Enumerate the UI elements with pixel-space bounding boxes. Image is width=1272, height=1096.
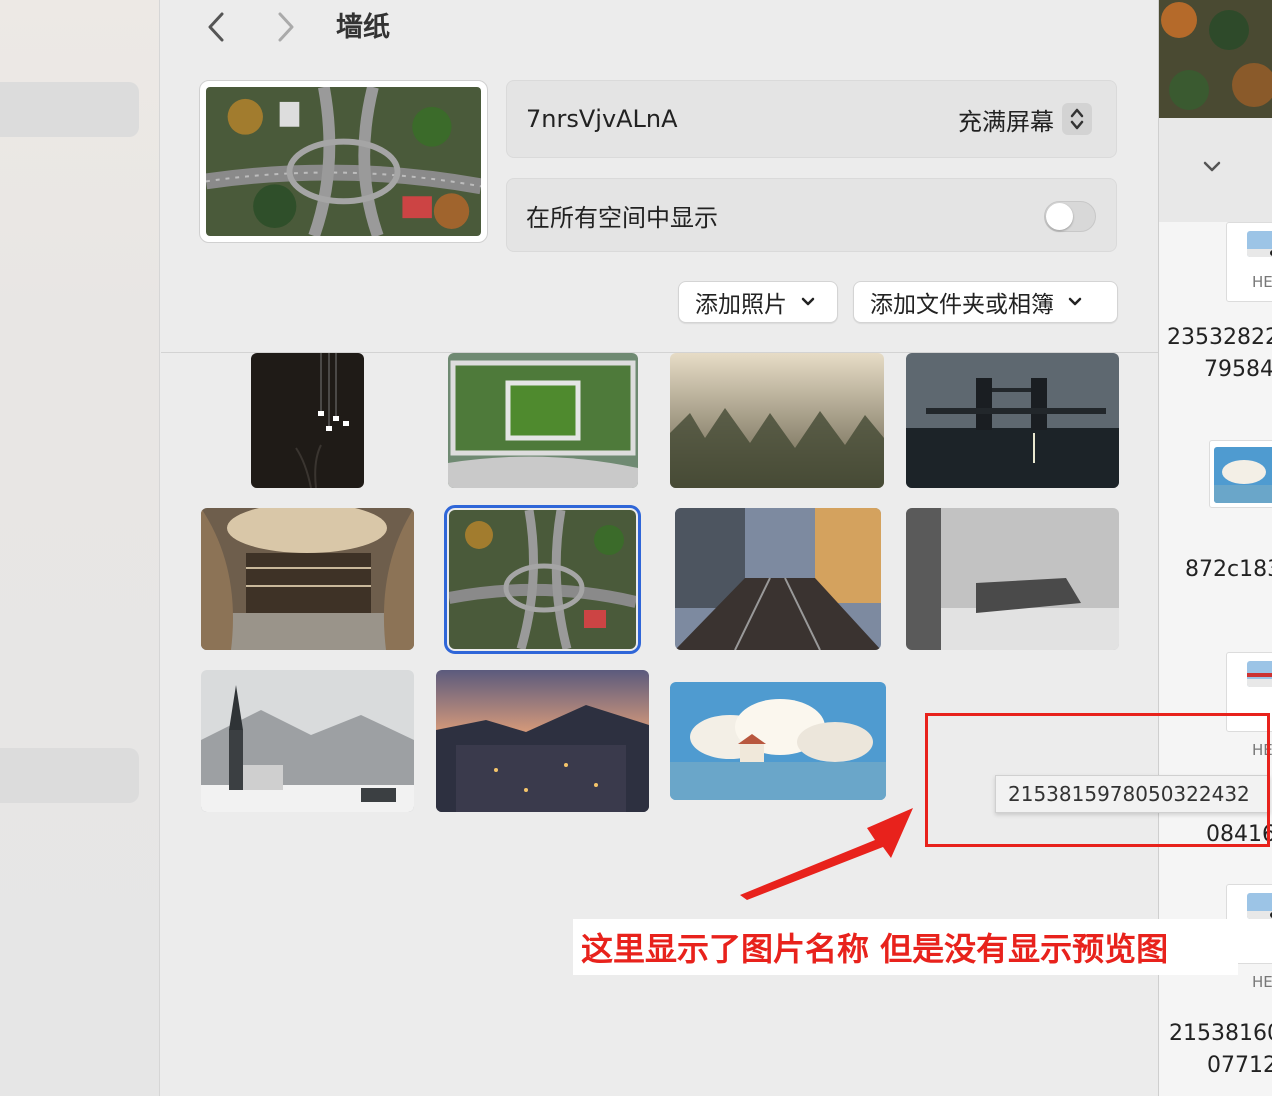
- file-ext: HE: [1252, 973, 1272, 991]
- file-label: 79584: [1204, 357, 1272, 382]
- add-folder-label: 添加文件夹或相簿: [870, 292, 1054, 318]
- file-ext: HE: [1252, 273, 1272, 291]
- show-all-spaces-toggle[interactable]: [1044, 201, 1096, 232]
- add-folder-button[interactable]: 添加文件夹或相簿: [853, 281, 1118, 323]
- file-label: 23532822: [1167, 325, 1272, 350]
- sidebar: [0, 0, 160, 1096]
- forward-button[interactable]: [271, 10, 301, 44]
- toggle-knob: [1046, 203, 1073, 230]
- file-label: 21538160: [1169, 1021, 1272, 1046]
- wallpaper-thumb-alpine-church[interactable]: [201, 670, 414, 812]
- show-all-spaces-card: 在所有空间中显示: [506, 178, 1117, 252]
- annotation-box: [925, 713, 1270, 847]
- wallpaper-thumb-pendant-lights[interactable]: [251, 353, 364, 488]
- file-label: 872c183: [1185, 557, 1272, 582]
- file-icon[interactable]: HE: [1226, 222, 1272, 302]
- chevron-down-icon: [1068, 297, 1082, 306]
- file-icon[interactable]: [1209, 440, 1272, 508]
- wallpaper-thumb-green-rooftop[interactable]: [448, 353, 638, 488]
- back-button[interactable]: [201, 10, 231, 44]
- wallpaper-thumb-foggy-forest[interactable]: [670, 353, 884, 488]
- chevron-left-icon: [208, 12, 224, 42]
- chevron-down-icon: [1203, 161, 1221, 172]
- wallpaper-thumb-railway-tracks[interactable]: [675, 508, 881, 650]
- annotation-text: 这里显示了图片名称 但是没有显示预览图: [573, 919, 1238, 975]
- fit-mode-label[interactable]: 充满屏幕: [958, 81, 1054, 157]
- wallpaper-thumb-highway-interchange[interactable]: [444, 505, 641, 654]
- add-photo-button[interactable]: 添加照片: [678, 281, 838, 323]
- add-photo-label: 添加照片: [695, 292, 787, 318]
- sidebar-item[interactable]: [0, 748, 139, 803]
- chevron-right-icon: [278, 12, 294, 42]
- wallpaper-name: 7nrsVjvALnA: [526, 105, 678, 133]
- photo-icon: [1214, 447, 1272, 503]
- annotation-arrow-icon: [740, 808, 913, 900]
- photo-icon: [1247, 661, 1272, 687]
- wallpaper-thumb-atrium[interactable]: [201, 508, 414, 650]
- current-wallpaper-preview: [199, 80, 488, 243]
- wallpaper-thumb-tower-bridge[interactable]: [906, 353, 1119, 488]
- wallpaper-thumb-city-dusk[interactable]: [436, 670, 649, 812]
- file-label: 07712: [1207, 1053, 1272, 1078]
- chevron-down-icon: [801, 297, 815, 306]
- wallpaper-preview-image: [1159, 0, 1272, 118]
- wallpaper-thumb-cloud-house[interactable]: [670, 682, 886, 800]
- sidebar-item[interactable]: [0, 82, 139, 137]
- highway-image: [206, 87, 481, 236]
- photo-icon: [1247, 231, 1272, 257]
- photo-icon: [1247, 893, 1272, 919]
- show-all-spaces-label: 在所有空间中显示: [526, 203, 718, 232]
- wallpaper-name-card: 7nrsVjvALnA 充满屏幕: [506, 80, 1117, 158]
- expand-button[interactable]: [1203, 158, 1221, 177]
- wallpaper-thumb-snow-train[interactable]: [906, 508, 1119, 650]
- fit-mode-stepper[interactable]: [1062, 103, 1092, 135]
- page-title: 墙纸: [336, 12, 390, 43]
- up-down-chevron-icon: [1070, 108, 1084, 130]
